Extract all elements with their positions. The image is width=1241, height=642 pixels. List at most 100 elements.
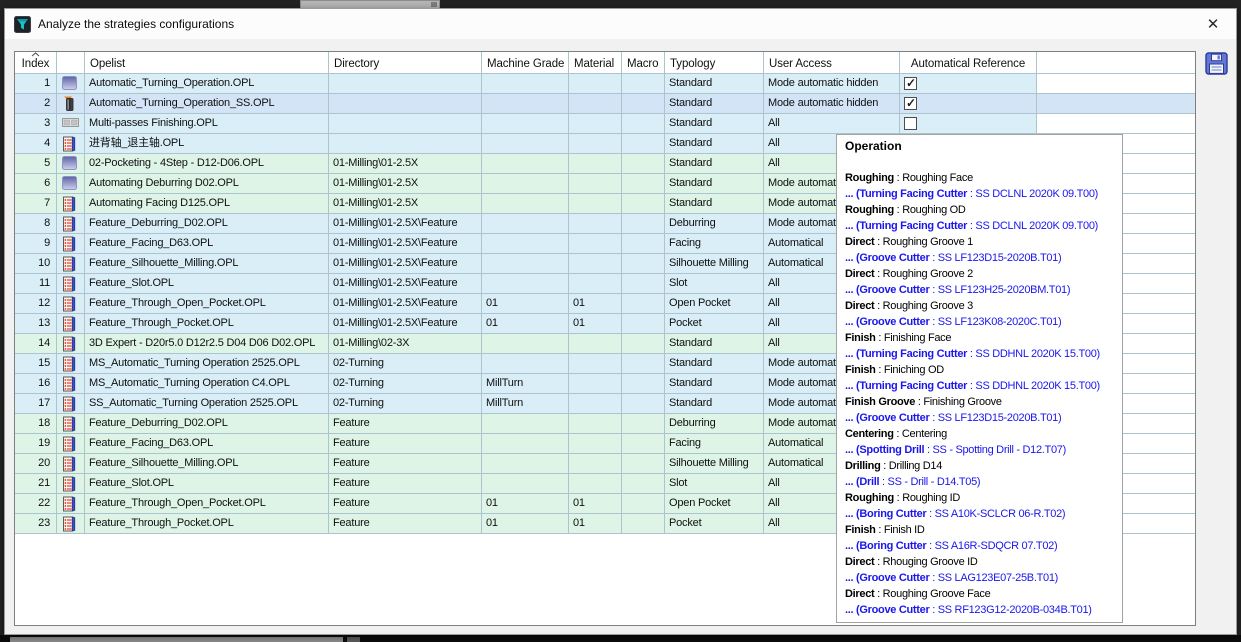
cell-index[interactable]: 14 [15,334,57,354]
cell-macro[interactable] [622,94,665,114]
cell-index[interactable]: 18 [15,414,57,434]
cell-index[interactable]: 17 [15,394,57,414]
cell-macro[interactable] [622,514,665,534]
cell-opelist[interactable]: Feature_Through_Pocket.OPL [85,514,329,534]
cell-machine_grade[interactable] [482,474,569,494]
cell-icon[interactable] [57,474,85,494]
cell-filler[interactable] [1037,94,1195,114]
close-button[interactable]: ✕ [1196,11,1230,37]
cell-typology[interactable]: Open Pocket [665,494,764,514]
cell-macro[interactable] [622,154,665,174]
cell-material[interactable] [569,274,622,294]
cell-icon[interactable] [57,134,85,154]
cell-icon[interactable] [57,454,85,474]
cell-directory[interactable]: 02-Turning [329,374,482,394]
cell-material[interactable] [569,214,622,234]
cell-directory[interactable] [329,134,482,154]
automatical-reference-checkbox[interactable] [904,117,917,130]
cell-icon[interactable] [57,94,85,114]
save-button[interactable] [1202,49,1230,77]
cell-typology[interactable]: Slot [665,474,764,494]
cell-machine_grade[interactable] [482,414,569,434]
cell-directory[interactable]: 01-Milling\01-2.5X [329,154,482,174]
cell-material[interactable] [569,134,622,154]
cell-filler[interactable] [1037,114,1195,134]
cell-icon[interactable] [57,194,85,214]
cell-directory[interactable]: Feature [329,414,482,434]
cell-icon[interactable] [57,394,85,414]
cell-auto_ref[interactable] [900,74,1037,94]
cell-machine_grade[interactable]: 01 [482,514,569,534]
cell-index[interactable]: 3 [15,114,57,134]
cell-index[interactable]: 5 [15,154,57,174]
cell-macro[interactable] [622,354,665,374]
cell-icon[interactable] [57,514,85,534]
cell-typology[interactable]: Standard [665,374,764,394]
cell-macro[interactable] [622,114,665,134]
cell-macro[interactable] [622,294,665,314]
cell-opelist[interactable]: 3D Expert - D20r5.0 D12r2.5 D04 D06 D02.… [85,334,329,354]
cell-macro[interactable] [622,274,665,294]
cell-machine_grade[interactable] [482,214,569,234]
column-header-typology[interactable]: Typology [665,52,764,74]
table-row-3[interactable]: 3Multi-passes Finishing.OPLStandardAll [15,114,1195,134]
cell-macro[interactable] [622,434,665,454]
cell-opelist[interactable]: MS_Automatic_Turning Operation C4.OPL [85,374,329,394]
cell-opelist[interactable]: Feature_Slot.OPL [85,474,329,494]
cell-typology[interactable]: Silhouette Milling [665,254,764,274]
cell-machine_grade[interactable] [482,354,569,374]
cell-index[interactable]: 19 [15,434,57,454]
automatical-reference-checkbox[interactable] [904,77,917,90]
cell-macro[interactable] [622,414,665,434]
cell-filler[interactable] [1037,74,1195,94]
cell-typology[interactable]: Standard [665,134,764,154]
cell-index[interactable]: 21 [15,474,57,494]
cell-macro[interactable] [622,314,665,334]
cell-index[interactable]: 15 [15,354,57,374]
cell-index[interactable]: 23 [15,514,57,534]
cell-opelist[interactable]: 进背轴_退主轴.OPL [85,134,329,154]
cell-typology[interactable]: Standard [665,154,764,174]
cell-directory[interactable]: 01-Milling\01-2.5X\Feature [329,294,482,314]
cell-icon[interactable] [57,354,85,374]
cell-user_access[interactable]: Mode automatic hidden [764,74,900,94]
cell-machine_grade[interactable]: 01 [482,314,569,334]
cell-index[interactable]: 13 [15,314,57,334]
cell-machine_grade[interactable]: 01 [482,494,569,514]
cell-macro[interactable] [622,474,665,494]
cell-material[interactable] [569,234,622,254]
cell-macro[interactable] [622,394,665,414]
cell-typology[interactable]: Pocket [665,314,764,334]
cell-opelist[interactable]: Feature_Silhouette_Milling.OPL [85,454,329,474]
cell-directory[interactable]: 01-Milling\01-2.5X\Feature [329,314,482,334]
cell-directory[interactable]: 01-Milling\02-3X [329,334,482,354]
cell-machine_grade[interactable] [482,154,569,174]
column-header-macro[interactable]: Macro [622,52,665,74]
cell-opelist[interactable]: Feature_Through_Open_Pocket.OPL [85,294,329,314]
cell-typology[interactable]: Standard [665,334,764,354]
cell-macro[interactable] [622,494,665,514]
cell-index[interactable]: 8 [15,214,57,234]
cell-material[interactable] [569,254,622,274]
cell-auto_ref[interactable] [900,94,1037,114]
cell-typology[interactable]: Facing [665,434,764,454]
cell-material[interactable]: 01 [569,494,622,514]
cell-index[interactable]: 6 [15,174,57,194]
cell-directory[interactable]: 01-Milling\01-2.5X [329,194,482,214]
cell-machine_grade[interactable] [482,234,569,254]
cell-directory[interactable]: 01-Milling\01-2.5X [329,174,482,194]
cell-icon[interactable] [57,254,85,274]
cell-directory[interactable]: Feature [329,514,482,534]
cell-opelist[interactable]: Automatic_Turning_Operation_SS.OPL [85,94,329,114]
cell-typology[interactable]: Facing [665,234,764,254]
cell-index[interactable]: 11 [15,274,57,294]
cell-typology[interactable]: Pocket [665,514,764,534]
cell-user_access[interactable]: Mode automatic hidden [764,94,900,114]
cell-material[interactable] [569,374,622,394]
column-header-opelist[interactable]: Opelist [85,52,329,74]
column-header-machine_grade[interactable]: Machine Grade [482,52,569,74]
cell-opelist[interactable]: Feature_Facing_D63.OPL [85,434,329,454]
cell-icon[interactable] [57,434,85,454]
column-header-user_access[interactable]: User Access [764,52,900,74]
cell-index[interactable]: 2 [15,94,57,114]
